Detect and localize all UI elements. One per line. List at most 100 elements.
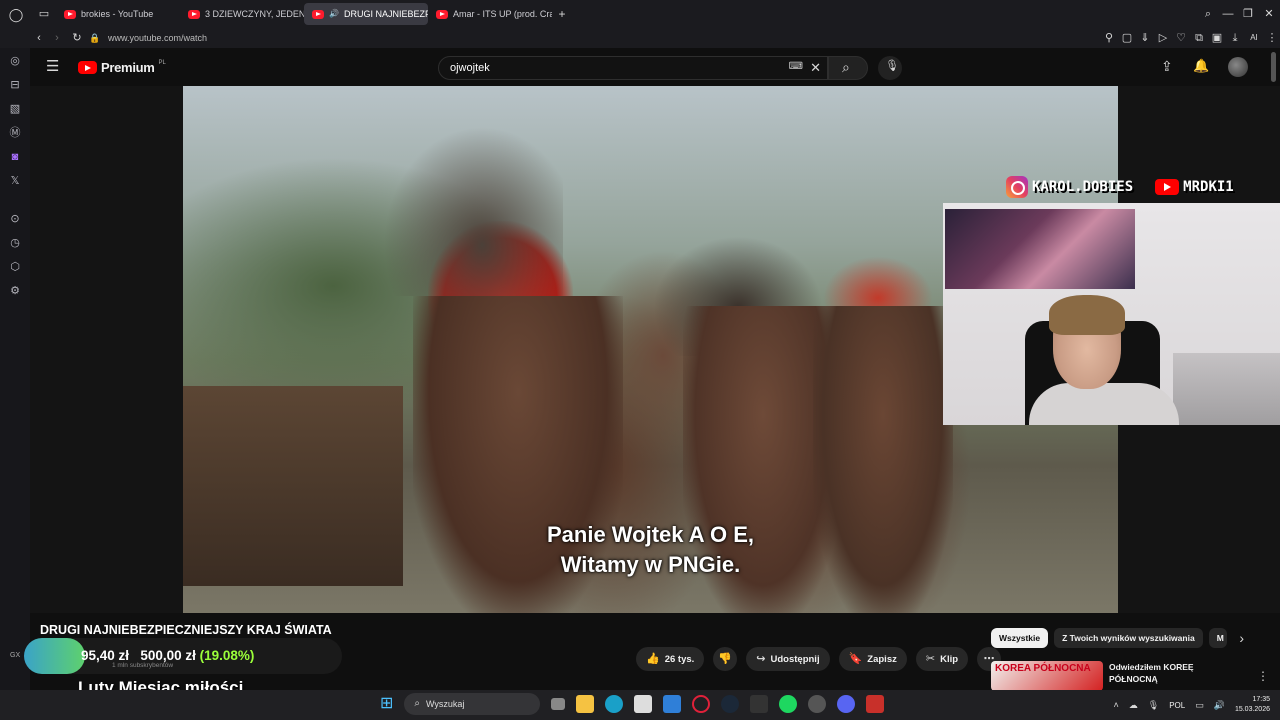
downloads-icon[interactable]: ⤓ [1226, 32, 1244, 44]
m-app-icon[interactable]: Ⓜ [8, 126, 22, 140]
clip-button[interactable]: ✂ Klip [915, 647, 969, 671]
bag-icon[interactable]: ⊟ [8, 78, 22, 92]
chip-from-search[interactable]: Z Twoich wyników wyszukiwania [1054, 628, 1203, 648]
instagram-handle: KAROL.DOBIES [1032, 179, 1134, 195]
like-button[interactable]: 👍 26 tys. [636, 647, 705, 671]
task-view-icon[interactable] [551, 698, 566, 710]
network-icon[interactable]: ☁ [1129, 700, 1138, 710]
tab-switcher-icon[interactable]: ▭ [32, 8, 56, 20]
chevron-up-icon[interactable]: ˄ [1114, 700, 1119, 710]
twitch-icon[interactable]: ◙ [8, 150, 22, 164]
display-icon[interactable]: ▭ [1195, 700, 1204, 710]
notifications-bell-icon[interactable]: 🔔 [1193, 59, 1209, 72]
speaker-icon[interactable]: 🔊 [329, 10, 339, 18]
tab-3-dziewczyny[interactable]: 3 DZIEWCZYNY, JEDEN W [180, 3, 304, 25]
obs-icon[interactable] [808, 695, 827, 713]
dislike-button[interactable]: 👎 [713, 647, 738, 671]
voice-search-button[interactable]: 🎙 [878, 56, 902, 80]
store-icon[interactable] [634, 695, 653, 713]
language-indicator[interactable]: POL [1169, 701, 1185, 710]
mail-icon[interactable] [663, 695, 682, 713]
url-field[interactable]: www.youtube.com/watch [108, 33, 207, 43]
clock-date: 15.03.2026 [1234, 706, 1270, 713]
menu-dots-icon[interactable]: ⋮ [1264, 32, 1280, 44]
clear-search-icon[interactable]: ✕ [810, 61, 821, 74]
avatar[interactable] [1228, 57, 1248, 77]
tab-amar[interactable]: Amar - ITS UP (prod. Crac ✕ [428, 3, 552, 25]
x-icon[interactable]: 𝕏 [8, 174, 22, 188]
tab-label: Amar - ITS UP (prod. Crac [453, 9, 552, 19]
recommended-title[interactable]: Odwiedziłem KOREĘ PÓŁNOCNĄ [1109, 661, 1229, 691]
speed-dial-icon[interactable]: ◎ [8, 54, 22, 68]
snapshot-icon[interactable]: ▢ [1118, 32, 1136, 44]
search-icon[interactable]: ⌕ [1198, 8, 1218, 20]
youtube-logo[interactable]: Premium PL [78, 60, 166, 75]
forward-icon[interactable]: › [50, 32, 64, 44]
keyboard-icon[interactable]: ⌨ [789, 62, 803, 72]
epic-games-icon[interactable] [750, 695, 769, 713]
download-page-icon[interactable]: ⇓ [1136, 32, 1154, 44]
wallet-icon[interactable]: ▣ [1208, 32, 1226, 44]
discord-icon[interactable] [837, 695, 856, 713]
logo-region: PL [158, 59, 166, 66]
volume-icon[interactable]: 🔊 [1214, 700, 1225, 710]
upload-icon[interactable]: ⇪ [1161, 59, 1173, 73]
youtube-icon [1155, 179, 1180, 195]
microphone-icon[interactable]: 🎙 [1148, 700, 1159, 710]
chevron-right-icon[interactable]: › [1233, 628, 1251, 648]
chip-more[interactable]: M [1208, 628, 1227, 648]
pin-icon[interactable]: ⚲ [1100, 32, 1118, 44]
donation-goal-fill [24, 638, 85, 674]
like-count: 26 tys. [664, 653, 695, 665]
search-input[interactable]: ojwojtek ⌨ ✕ [438, 56, 828, 80]
notes-icon[interactable]: ▧ [8, 102, 22, 116]
lock-icon: 🔒 [89, 32, 101, 43]
back-icon[interactable]: ‹ [32, 32, 46, 44]
save-label: Zapisz [867, 653, 897, 665]
new-tab-icon[interactable]: + [552, 8, 572, 20]
edge-icon[interactable] [605, 695, 624, 713]
scrollbar[interactable] [1271, 52, 1276, 82]
play-icon[interactable]: ▷ [1154, 32, 1172, 44]
recommended-video[interactable]: KOREA PÓŁNOCNA Odwiedziłem KOREĘ PÓŁNOCN… [991, 661, 1269, 691]
clock[interactable]: 17:35 15.03.2026 [1235, 695, 1270, 715]
browser-tab-bar: ◯ ▭ brokies - YouTube 3 DZIEWCZYNY, JEDE… [0, 0, 1280, 28]
maximize-icon[interactable]: ❐ [1238, 8, 1258, 20]
search-button[interactable]: ⌕ [828, 56, 868, 80]
extensions-icon[interactable]: ⧉ [1190, 32, 1208, 44]
system-tray: ˄ ☁ 🎙 POL ▭ 🔊 17:35 15.03.2026 [1114, 690, 1280, 720]
more-vertical-icon[interactable]: ⋮ [1257, 661, 1269, 691]
spotify-icon[interactable] [779, 695, 798, 713]
settings-icon[interactable]: ⚙ [8, 284, 22, 298]
share-arrow-icon: ↪ [756, 652, 766, 665]
player-icon[interactable]: ⊙ [8, 212, 22, 226]
browser-sidebar: ◎ ⊟ ▧ Ⓜ ◙ 𝕏 ⊙ ◷ ⬡ ⚙ [0, 48, 30, 690]
youtube-play-icon [78, 61, 97, 74]
opera-gx-icon[interactable] [692, 695, 711, 713]
close-window-icon[interactable]: ✕ [1258, 8, 1280, 20]
recommended-thumbnail[interactable]: KOREA PÓŁNOCNA [991, 661, 1103, 691]
address-bar: ‹ › ↻ 🔒 www.youtube.com/watch ⚲ ▢ ⇓ ▷ ♡ … [0, 28, 1280, 48]
opera-logo-icon[interactable]: ◯ [0, 8, 32, 21]
tab-brokies[interactable]: brokies - YouTube [56, 3, 180, 25]
save-button[interactable]: 🔖 Zapisz [838, 647, 907, 671]
share-button[interactable]: ↪ Udostępnij [746, 647, 830, 671]
windows-start-icon[interactable]: ⊞ [380, 696, 393, 712]
antivirus-icon[interactable] [866, 695, 885, 713]
ai-icon[interactable]: AI [1244, 34, 1264, 42]
heart-icon[interactable]: ♡ [1172, 32, 1190, 44]
share-label: Udostępnij [770, 653, 820, 665]
instagram-icon [1006, 176, 1028, 198]
donation-subtext: 1 mln subskrybentów [112, 662, 174, 669]
reload-icon[interactable]: ↻ [70, 32, 84, 44]
steam-icon[interactable] [721, 695, 740, 713]
cube-icon[interactable]: ⬡ [8, 260, 22, 274]
minimize-icon[interactable]: — [1218, 8, 1238, 20]
youtube-header: ☰ Premium PL ojwojtek ⌨ ✕ ⌕ 🎙 ⇪ 🔔 [30, 48, 1280, 86]
hamburger-menu-icon[interactable]: ☰ [46, 59, 59, 74]
tab-drugi-najniebezpie[interactable]: 🔊 DRUGI NAJNIEBEZPIE [304, 3, 428, 25]
file-explorer-icon[interactable] [576, 695, 595, 713]
taskbar-search[interactable]: ⌕ Wyszukaj [404, 693, 541, 715]
history-icon[interactable]: ◷ [8, 236, 22, 250]
chip-all[interactable]: Wszystkie [991, 628, 1049, 648]
